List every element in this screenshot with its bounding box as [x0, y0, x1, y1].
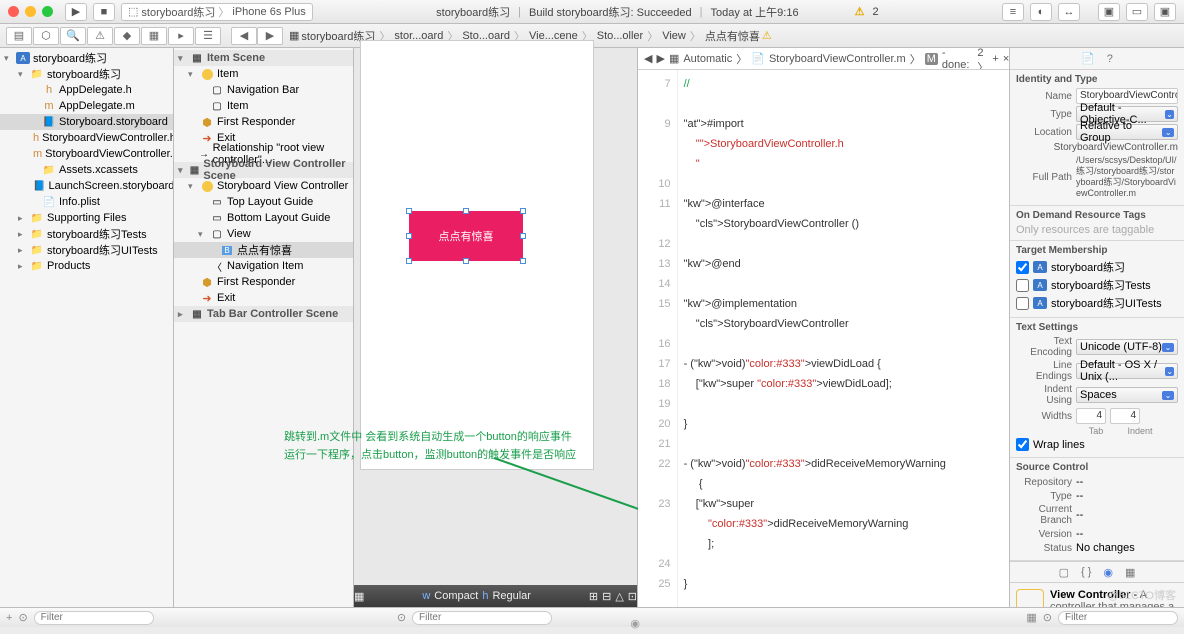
lib-grid-icon[interactable]: ▦	[1026, 611, 1036, 624]
bottom-bar: + ⊙ ⊙ ▦ ⊙	[0, 607, 1184, 627]
location-select[interactable]: Relative to Group⌄	[1076, 124, 1178, 140]
code-snippet-icon[interactable]: { }	[1081, 566, 1091, 578]
resolve-icon[interactable]: △	[615, 590, 623, 603]
close-icon[interactable]	[8, 6, 19, 17]
nav-breakpoint-tab[interactable]: ▸	[168, 27, 194, 45]
quickhelp-icon[interactable]: ?	[1107, 53, 1113, 65]
outline-filter[interactable]	[412, 611, 552, 625]
nav-issue-tab[interactable]: ⚠	[87, 27, 113, 45]
ib-back-button[interactable]: ◀	[231, 27, 257, 45]
editor-method[interactable]: -done:	[942, 48, 970, 70]
indent-width-field[interactable]: 4	[1110, 408, 1140, 424]
utilities-panel: 📄 ? Identity and Type NameStoryboardView…	[1010, 48, 1184, 607]
activity-time: Today at 上午9:16	[711, 4, 799, 20]
source-editor[interactable]: 7910111213141516171819202122232425◉26272…	[638, 70, 1009, 607]
library-filter[interactable]	[1058, 611, 1178, 625]
editor-assistant-button[interactable]: ◐	[1030, 3, 1052, 21]
nav-back-icon[interactable]: ◀	[644, 52, 652, 65]
scheme-selector[interactable]: ⬚ storyboard练习 〉 iPhone 6s Plus	[121, 3, 313, 21]
navigator-filter[interactable]	[34, 611, 154, 625]
pin-icon[interactable]: ⊟	[602, 590, 611, 603]
media-library-icon[interactable]: ▦	[1125, 566, 1135, 579]
stop-button[interactable]: ■	[93, 3, 115, 21]
assistant-editor: ◀ ▶ ▦ Automatic〉 📄 StoryboardViewControl…	[638, 48, 1010, 607]
scheme-name: storyboard练习	[141, 4, 215, 20]
warning-icon[interactable]: ⚠	[855, 5, 865, 18]
object-library-icon[interactable]: ◉	[1103, 566, 1113, 579]
activity-view: storyboard练习 | Build storyboard练习: Succe…	[319, 4, 996, 20]
close-editor-icon[interactable]: ×	[1003, 53, 1009, 65]
encoding-select[interactable]: Unicode (UTF-8)⌄	[1076, 339, 1178, 355]
toggle-debug-button[interactable]: ▭	[1126, 3, 1148, 21]
add-icon[interactable]: +	[6, 612, 12, 624]
ondemand-title: On Demand Resource Tags	[1016, 210, 1178, 221]
size-class-bar[interactable]: ▦ wCompact hRegular ⊞ ⊟ △ ⊡	[354, 585, 637, 607]
location-file: StoryboardViewController.m	[1054, 142, 1178, 153]
target-title: Target Membership	[1016, 245, 1178, 256]
identity-title: Identity and Type	[1016, 74, 1178, 85]
annotation-text: 跳转到.m文件中 会看到系统自动生成一个button的响应事件 运行一下程序，点…	[284, 428, 624, 464]
pink-button-label: 点点有惊喜	[439, 228, 494, 244]
main-toolbar: ▶ ■ ⬚ storyboard练习 〉 iPhone 6s Plus stor…	[0, 0, 1184, 24]
ib-fwd-button[interactable]: ▶	[257, 27, 283, 45]
file-template-icon[interactable]: ▢	[1059, 566, 1069, 579]
ondemand-field[interactable]: Only resources are taggable	[1016, 224, 1178, 236]
watermark: @51CTO博客	[1108, 587, 1176, 603]
related-icon[interactable]: ▦	[669, 52, 679, 65]
document-outline: ▾▦Item Scene▾Item▢Navigation Bar▢Item⬢Fi…	[174, 48, 354, 607]
toggle-utilities-button[interactable]: ▣	[1154, 3, 1176, 21]
navigator-tree[interactable]: ▾Astoryboard练习▾📁storyboard练习hAppDelegate…	[0, 48, 173, 607]
align-icon[interactable]: ⊞	[589, 590, 598, 603]
warning-count: 2	[872, 6, 878, 18]
nav-find-tab[interactable]: 🔍	[60, 27, 86, 45]
app-icon: ⬚	[128, 5, 138, 18]
ib-canvas[interactable]: 点点有惊喜 跳转到.m文件中 会看到系统自动生成一个button的响应事件 运行…	[354, 48, 638, 607]
file-icon: 📄	[751, 52, 765, 65]
size-class-icon: ▦	[354, 590, 364, 603]
device-name: iPhone 6s Plus	[232, 6, 305, 18]
wrap-checkbox[interactable]	[1016, 438, 1029, 451]
pink-button[interactable]: 点点有惊喜	[409, 211, 523, 261]
minimize-icon[interactable]	[25, 6, 36, 17]
nav-project-tab[interactable]: ▤	[6, 27, 32, 45]
method-icon: M	[925, 53, 938, 65]
editor-mode[interactable]: Automatic	[683, 53, 732, 65]
tab-width-field[interactable]: 4	[1076, 408, 1106, 424]
activity-status: Build storyboard练习: Succeeded	[529, 4, 692, 20]
editor-standard-button[interactable]: ≡	[1002, 3, 1024, 21]
nav-fwd-icon[interactable]: ▶	[656, 52, 664, 65]
nav-symbol-tab[interactable]: ⬡	[33, 27, 59, 45]
fullpath-value: /Users/scsys/Desktop/UI/练习/storyboard练习/…	[1076, 155, 1178, 199]
nav-report-tab[interactable]: ☰	[195, 27, 221, 45]
outline-tree[interactable]: ▾▦Item Scene▾Item▢Navigation Bar▢Item⬢Fi…	[174, 48, 353, 607]
activity-project: storyboard练习	[436, 4, 510, 20]
toggle-navigator-button[interactable]: ▣	[1098, 3, 1120, 21]
editor-file[interactable]: StoryboardViewController.m	[769, 53, 906, 65]
lib-filter-icon: ⊙	[1043, 611, 1052, 624]
nav-test-tab[interactable]: ◆	[114, 27, 140, 45]
lineend-select[interactable]: Default - OS X / Unix (...⌄	[1076, 363, 1178, 379]
outline-filter-icon: ⊙	[397, 611, 406, 624]
project-navigator: ▾Astoryboard练习▾📁storyboard练习hAppDelegate…	[0, 48, 174, 607]
view-controller-canvas[interactable]: 点点有惊喜	[360, 40, 594, 470]
nav-debug-tab[interactable]: ▦	[141, 27, 167, 45]
editor-version-button[interactable]: ↔	[1058, 3, 1080, 21]
inspector-tabs[interactable]: 📄 ?	[1010, 48, 1184, 70]
file-inspector-icon[interactable]: 📄	[1081, 52, 1095, 65]
zoom-icon[interactable]	[42, 6, 53, 17]
run-button[interactable]: ▶	[65, 3, 87, 21]
resize-icon[interactable]: ⊡	[628, 590, 637, 603]
add-editor-icon[interactable]: +	[992, 53, 998, 65]
library-tabs[interactable]: ▢ { } ◉ ▦	[1010, 561, 1184, 583]
indent-select[interactable]: Spaces⌄	[1076, 387, 1178, 403]
filter-icon: ⊙	[18, 611, 27, 624]
editor-jump-bar[interactable]: ◀ ▶ ▦ Automatic〉 📄 StoryboardViewControl…	[638, 48, 1009, 70]
text-settings-title: Text Settings	[1016, 322, 1178, 333]
source-control-title: Source Control	[1016, 462, 1178, 473]
window-controls	[8, 6, 53, 17]
